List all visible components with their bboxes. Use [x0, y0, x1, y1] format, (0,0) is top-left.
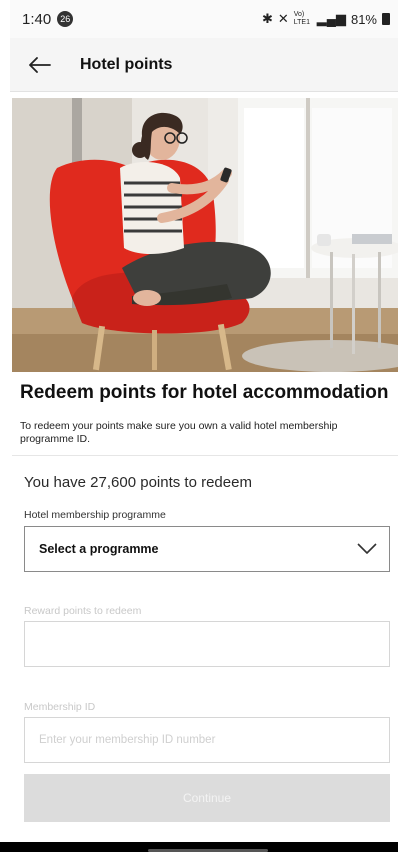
- membership-id-label: Membership ID: [24, 701, 96, 713]
- clock: 1:40: [22, 10, 52, 28]
- reward-points-field[interactable]: [24, 621, 390, 667]
- section-description: To redeem your points make sure you own …: [20, 420, 338, 445]
- intro-section: Redeem points for hotel accommodation To…: [12, 372, 398, 456]
- programme-label: Hotel membership programme: [24, 509, 166, 521]
- status-right: ✱ ✕ Vo) LTE1 ▂▄▆ 81%: [262, 11, 390, 27]
- membership-id-input[interactable]: [39, 734, 375, 746]
- page-title: Hotel points: [80, 55, 173, 73]
- programme-select-value: Select a programme: [39, 542, 159, 556]
- volte-label: Vo) LTE1: [293, 11, 310, 26]
- section-heading: Redeem points for hotel accommodation: [20, 382, 389, 403]
- arrow-left-icon: [29, 56, 51, 73]
- points-summary: You have 27,600 points to redeem: [24, 474, 252, 491]
- continue-button[interactable]: Continue: [24, 774, 390, 822]
- reward-points-input[interactable]: [39, 638, 375, 650]
- battery-icon: [382, 13, 390, 25]
- back-button[interactable]: [16, 41, 64, 89]
- screen-edge: [0, 0, 10, 852]
- screen: 1:40 26 ✱ ✕ Vo) LTE1 ▂▄▆ 81% Hotel point…: [0, 0, 398, 852]
- notification-badge: 26: [57, 11, 74, 27]
- signal-icon: ▂▄▆: [316, 11, 346, 26]
- status-left: 1:40 26: [22, 10, 74, 28]
- hero-image: [12, 98, 398, 372]
- status-bar: 1:40 26 ✱ ✕ Vo) LTE1 ▂▄▆ 81%: [10, 0, 398, 38]
- bluetooth-icon: ✱: [261, 11, 273, 26]
- battery-level: 81%: [350, 11, 377, 27]
- membership-id-field[interactable]: [24, 717, 390, 763]
- reward-points-label: Reward points to redeem: [24, 605, 142, 617]
- mute-icon: ✕: [277, 11, 289, 26]
- chevron-down-icon: [357, 543, 377, 554]
- woman-in-red-chair-illustration: [12, 98, 398, 372]
- programme-select[interactable]: Select a programme: [24, 526, 390, 572]
- app-bar: Hotel points: [10, 38, 398, 92]
